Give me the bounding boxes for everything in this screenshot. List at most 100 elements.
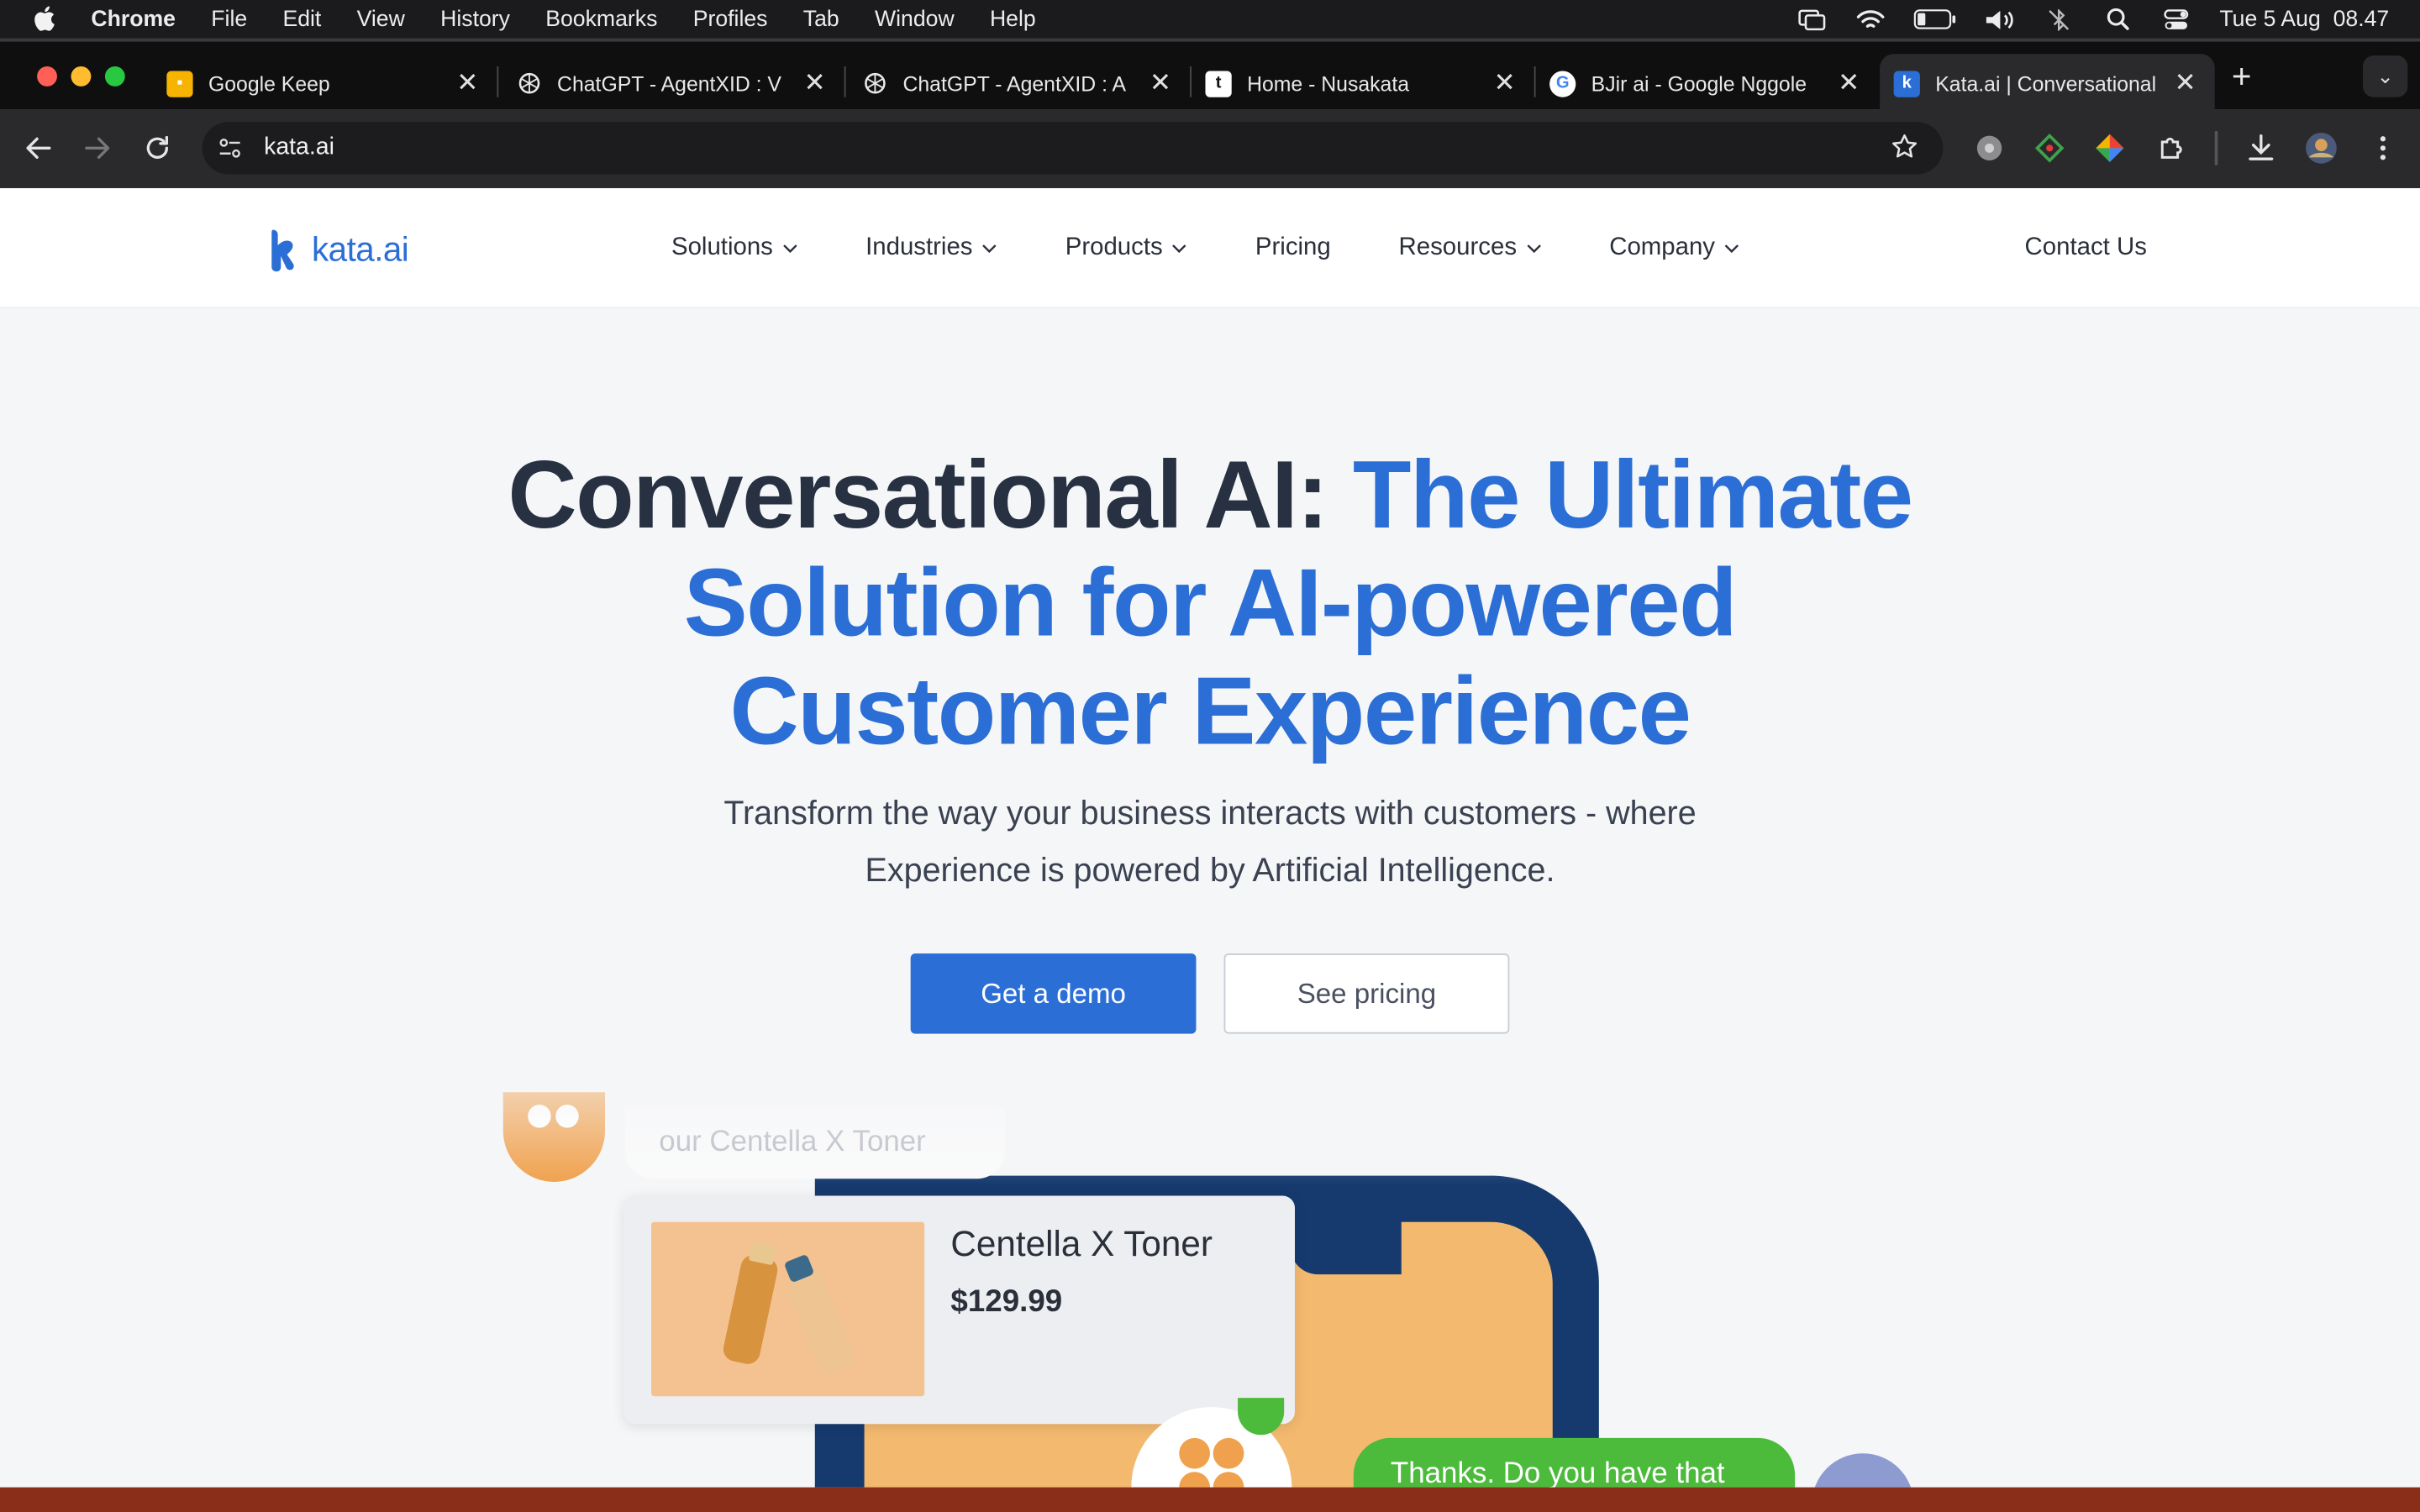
site-info-icon[interactable] xyxy=(218,136,242,160)
nav-products[interactable]: Products xyxy=(1065,234,1187,262)
hero-headline: Conversational AI: The Ultimate Solution… xyxy=(0,443,2420,767)
tab-title: Kata.ai | Conversational xyxy=(1935,71,2157,95)
get-a-demo-button[interactable]: Get a demo xyxy=(910,953,1197,1034)
close-tab-icon[interactable]: ✕ xyxy=(803,70,825,96)
wifi-icon[interactable] xyxy=(1855,7,1886,31)
nav-pricing[interactable]: Pricing xyxy=(1255,234,1331,262)
tab-nusakata[interactable]: t Home - Nusakata ✕ xyxy=(1192,54,1536,113)
desktop-background-strip xyxy=(0,1487,2420,1512)
url-text[interactable]: kata.ai xyxy=(264,134,334,162)
minimize-window-button[interactable] xyxy=(71,66,92,87)
toolbar-divider xyxy=(2214,131,2218,165)
bookmark-star-icon[interactable] xyxy=(1891,133,1918,160)
menu-bookmarks[interactable]: Bookmarks xyxy=(545,7,657,31)
close-tab-icon[interactable]: ✕ xyxy=(456,70,478,96)
spotlight-search-icon[interactable] xyxy=(2102,7,2133,31)
headline-blue-line-2: Solution for AI-powered xyxy=(683,550,1738,658)
user-avatar xyxy=(1812,1453,1914,1488)
tab-title: ChatGPT - AgentXID : A xyxy=(902,71,1127,95)
tab-divider xyxy=(844,66,846,97)
address-bar[interactable]: kata.ai xyxy=(202,122,1944,175)
product-card: Centella X Toner $129.99 xyxy=(623,1195,1296,1425)
nav-solutions[interactable]: Solutions xyxy=(671,234,797,262)
tab-title: Google Keep xyxy=(208,71,330,95)
close-tab-icon[interactable]: ✕ xyxy=(2175,70,2196,96)
menu-history[interactable]: History xyxy=(440,7,510,31)
menu-chrome[interactable]: Chrome xyxy=(91,7,176,31)
contact-us-link[interactable]: Contact Us xyxy=(2025,234,2147,262)
tab-title: ChatGPT - AgentXID : V xyxy=(557,71,781,95)
headline-dark-part: Conversational AI: xyxy=(508,443,1353,549)
nav-resources[interactable]: Resources xyxy=(1399,234,1542,262)
close-window-button[interactable] xyxy=(37,66,57,87)
web-page: kata.ai Solutions Industries Products Pr… xyxy=(0,188,2420,1488)
browser-tab-strip: ▪ Google Keep ✕ ChatGPT - AgentXID : V ✕… xyxy=(0,38,2420,113)
apple-icon[interactable] xyxy=(34,5,58,33)
bluetooth-off-icon[interactable] xyxy=(2044,7,2075,31)
menu-window[interactable]: Window xyxy=(875,7,955,31)
window-controls xyxy=(37,66,125,87)
tab-search-chevron-icon[interactable]: ⌄ xyxy=(2363,55,2408,97)
close-tab-icon[interactable]: ✕ xyxy=(1494,70,1516,96)
nav-industries[interactable]: Industries xyxy=(865,234,997,262)
nav-label: Industries xyxy=(865,234,973,261)
toner-tubes-illustration xyxy=(651,1221,925,1397)
extension-diamond-icon[interactable] xyxy=(2034,133,2065,164)
nav-label: Products xyxy=(1065,234,1163,261)
hero-subtitle: Transform the way your business interact… xyxy=(0,785,2420,900)
tab-google-keep[interactable]: ▪ Google Keep ✕ xyxy=(153,54,499,113)
download-icon[interactable] xyxy=(2245,133,2276,164)
kata-logo-mark-icon xyxy=(271,229,294,272)
site-header: kata.ai Solutions Industries Products Pr… xyxy=(0,188,2420,309)
headline-blue-line-1: The Ultimate xyxy=(1352,443,1913,549)
tab-chatgpt-1[interactable]: ChatGPT - AgentXID : V ✕ xyxy=(502,54,846,113)
see-pricing-button[interactable]: See pricing xyxy=(1223,953,1510,1034)
back-arrow-icon[interactable] xyxy=(22,131,55,165)
nav-label: Pricing xyxy=(1255,234,1331,261)
tab-chatgpt-2[interactable]: ChatGPT - AgentXID : A ✕ xyxy=(847,54,1192,113)
nusakata-icon: t xyxy=(1205,70,1232,97)
new-tab-icon[interactable]: + xyxy=(2232,57,2252,97)
phone-notch xyxy=(1290,1219,1402,1275)
volume-icon[interactable] xyxy=(1985,7,2016,31)
product-price: $129.99 xyxy=(950,1285,1063,1320)
reload-icon[interactable] xyxy=(140,131,174,165)
extensions-puzzle-icon[interactable] xyxy=(2156,133,2187,164)
tab-google-search[interactable]: G BJir ai - Google Nggole ✕ xyxy=(1536,54,1879,113)
close-tab-icon[interactable]: ✕ xyxy=(1838,70,1860,96)
menu-view[interactable]: View xyxy=(357,7,405,31)
menu-help[interactable]: Help xyxy=(990,7,1036,31)
keep-icon: ▪ xyxy=(166,70,193,97)
extension-colorful-icon[interactable] xyxy=(2094,133,2125,164)
menu-file[interactable]: File xyxy=(211,7,247,31)
nav-company[interactable]: Company xyxy=(1609,234,1739,262)
tab-kata-ai-active[interactable]: k Kata.ai | Conversational ✕ xyxy=(1880,54,2215,113)
menu-items: Chrome File Edit View History Bookmarks … xyxy=(91,0,1071,39)
chevron-down-icon xyxy=(782,244,797,254)
extension-grey-circle-icon[interactable] xyxy=(1974,133,2005,164)
nav-label: Resources xyxy=(1398,234,1518,261)
menu-edit[interactable]: Edit xyxy=(282,7,321,31)
chevron-down-icon xyxy=(1725,244,1739,254)
forward-arrow-icon[interactable] xyxy=(81,131,114,165)
chrome-menu-kebab-icon[interactable] xyxy=(2368,133,2399,164)
browser-toolbar: kata.ai xyxy=(0,109,2420,189)
kata-logo[interactable]: kata.ai xyxy=(269,225,409,275)
profile-avatar-icon[interactable] xyxy=(2304,131,2338,165)
headline-blue-line-3: Customer Experience xyxy=(729,659,1691,766)
macos-menu-bar: Chrome File Edit View History Bookmarks … xyxy=(0,0,2420,39)
main-navigation: Solutions Industries Products Pricing Re… xyxy=(671,188,1807,308)
zoom-window-button[interactable] xyxy=(104,66,125,87)
battery-icon[interactable] xyxy=(1913,7,1957,31)
control-center-icon[interactable] xyxy=(2161,7,2192,31)
logo-text: kata.ai xyxy=(312,229,409,269)
tab-title: Home - Nusakata xyxy=(1247,71,1410,95)
chatgpt-icon xyxy=(515,71,541,97)
menu-profiles[interactable]: Profiles xyxy=(693,7,768,31)
avatar-eye xyxy=(528,1105,551,1128)
status-area: Tue 5 Aug 08.47 xyxy=(1797,0,2389,39)
clock[interactable]: Tue 5 Aug 08.47 xyxy=(2219,7,2389,31)
close-tab-icon[interactable]: ✕ xyxy=(1150,70,1171,96)
screen-mirroring-icon[interactable] xyxy=(1797,7,1828,31)
menu-tab[interactable]: Tab xyxy=(803,7,839,31)
